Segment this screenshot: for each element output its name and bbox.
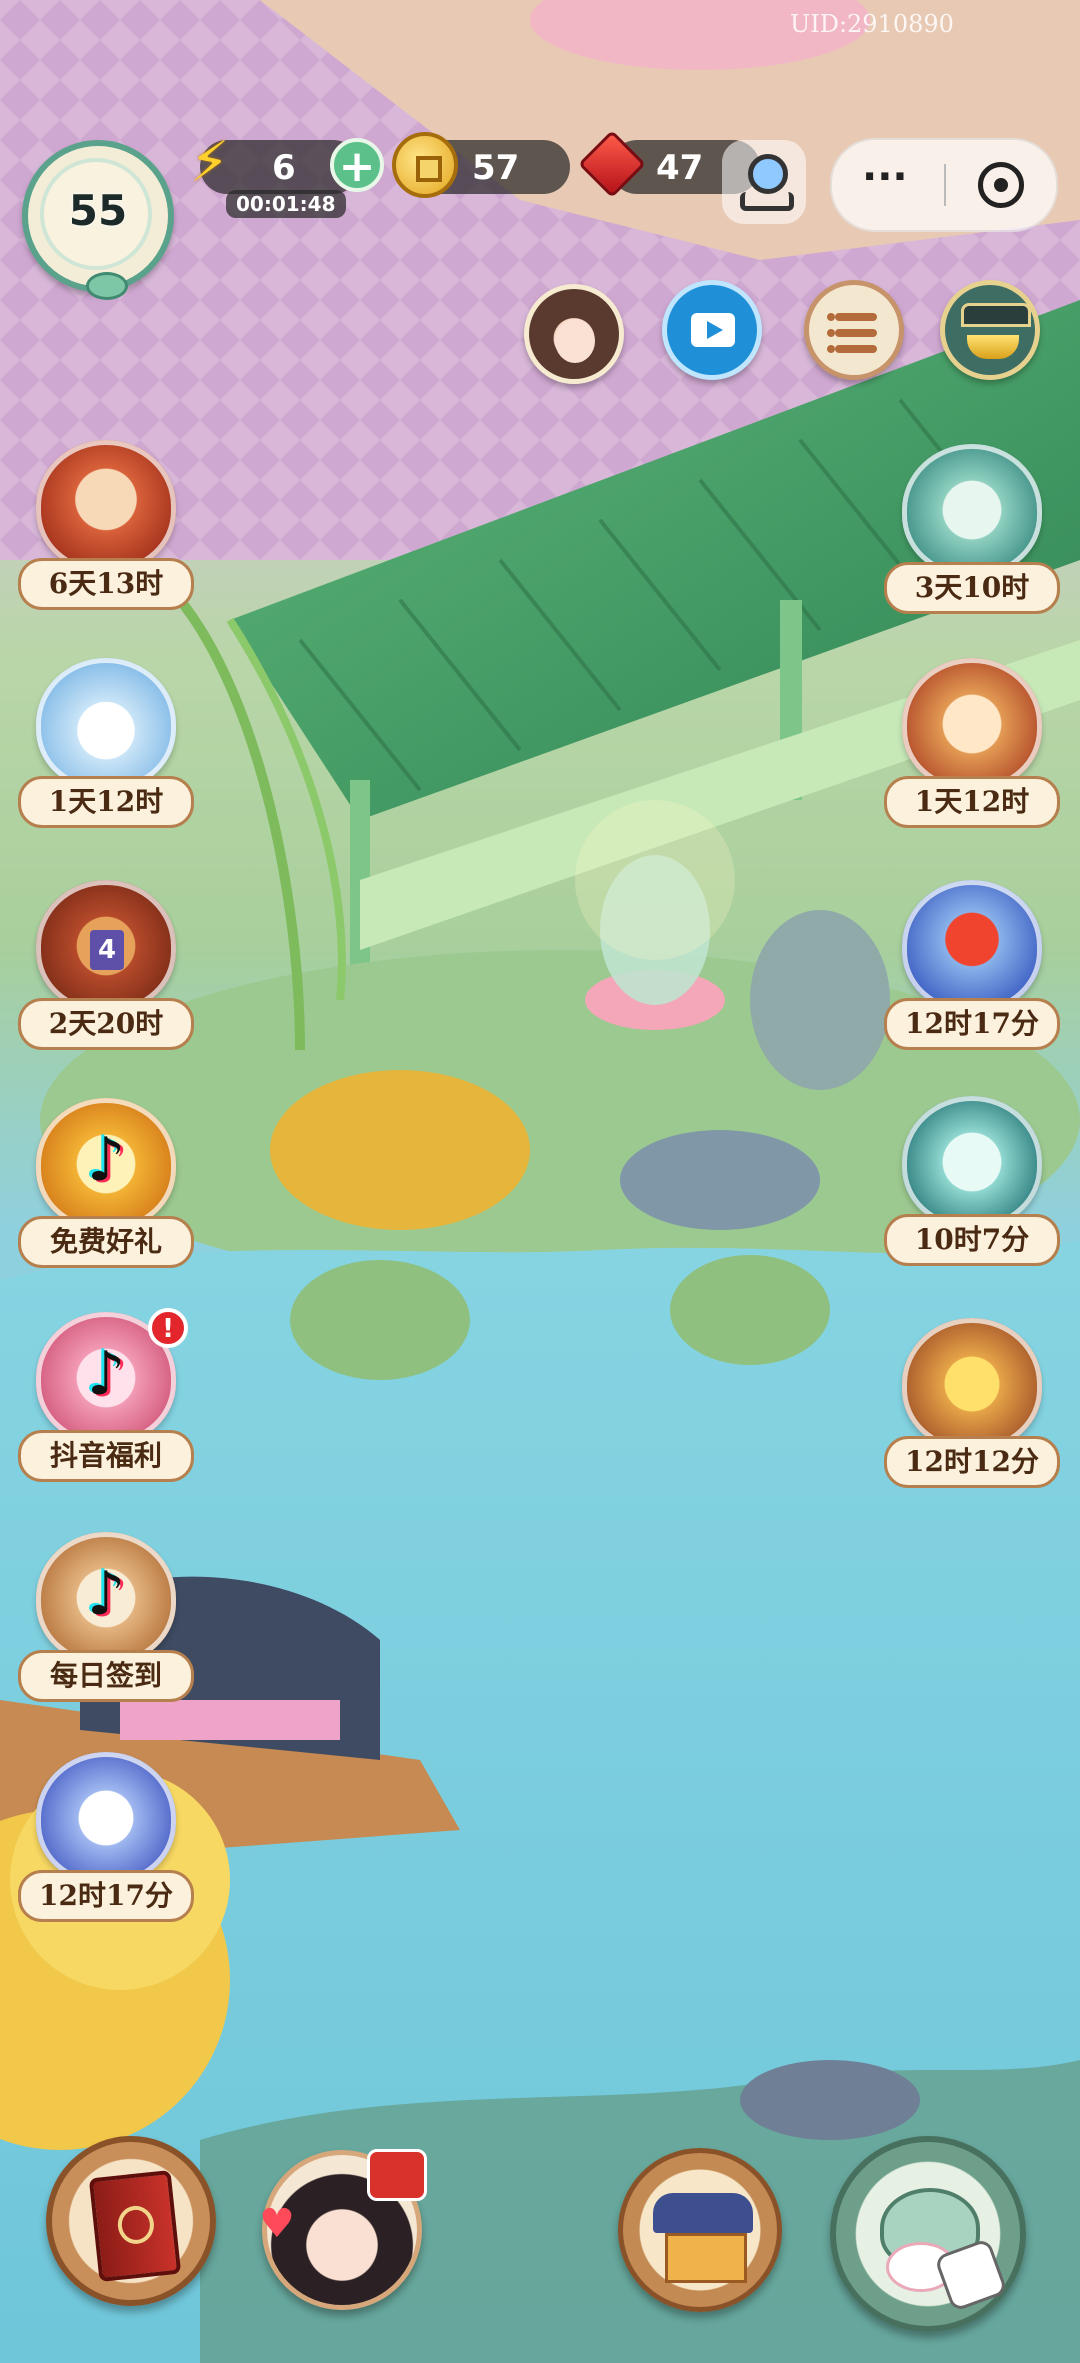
event-timer: 1天12时 [18,776,194,828]
douyin-note-icon: ♪ [86,1339,126,1409]
reed-grass [670,1255,830,1365]
coin-value: 57 [472,148,520,188]
list-icon [827,313,835,321]
game-scene[interactable]: UID:2910890 55 6 ⚡ 00:01:48 + 57 47 ··· [0,0,1080,2363]
teapot-button[interactable] [830,2136,1026,2332]
douyin-note-icon: ♪ [86,1125,126,1195]
reed-grass [290,1260,470,1380]
joystick-icon [748,154,788,194]
event-timer: 3天10时 [884,562,1060,614]
coin-cards-icon [902,1318,1042,1450]
player-level-badge[interactable]: 55 [22,140,174,300]
list-line [835,329,877,337]
joystick-base [740,192,794,211]
maple-letters-icon [36,440,176,572]
video-play-icon [691,313,735,347]
rock [750,910,890,1090]
list-line [835,313,877,321]
event-timer: 12时17分 [884,998,1060,1050]
event-timer: 12时12分 [884,1436,1060,1488]
list-bullet [827,329,835,337]
event-label: 免费好礼 [18,1216,194,1268]
event-gift-chest[interactable]: 4 2天20时 [18,880,194,1050]
house-wall [665,2233,747,2283]
event-snow-cats[interactable]: 1天12时 [18,658,194,828]
forsythia-bush [270,1070,530,1230]
statue-glow [575,800,735,960]
coin-icon [392,132,458,198]
add-energy-button[interactable]: + [330,138,384,192]
snow-cat-icon [36,658,176,790]
joystick-button[interactable] [722,140,806,224]
event-coin-cards[interactable]: 12时12分 [884,1318,1060,1488]
bath-cat-icon [902,444,1042,576]
journal-book-button[interactable] [46,2136,216,2306]
player-level: 55 [68,186,128,235]
event-timer: 12时17分 [18,1870,194,1922]
build-house-button[interactable] [618,2148,782,2312]
capsule-divider [944,164,946,206]
video-button[interactable] [662,280,762,380]
event-timer: 6天13时 [18,558,194,610]
shop-roof [961,303,1031,327]
event-label: 每日签到 [18,1650,194,1702]
task-list-button[interactable] [804,280,904,380]
uid-label: UID:2910890 [790,10,954,38]
red-fan-icon [902,880,1042,1012]
avatar-face [555,319,595,363]
character-avatar-button[interactable] [524,284,624,384]
gem-value: 47 [656,148,704,188]
gold-ingot-icon [967,335,1019,359]
event-label: 抖音福利 [18,1430,194,1482]
event-douyin-welfare[interactable]: ♪ ! 抖音福利 [18,1308,194,1482]
fan-cat-icon [902,658,1042,790]
kite-cat-icon [36,1752,176,1884]
character-button[interactable]: ♥ [259,2149,427,2310]
energy-value: 6 [272,148,296,188]
rock [740,2060,920,2140]
douyin-note-icon: ♪ [86,1559,126,1629]
event-autumn-letters[interactable]: 6天13时 [18,440,194,610]
event-red-fan[interactable]: 12时17分 [884,880,1060,1050]
heart-icon: ♥ [259,2201,295,2247]
house-roof-icon [653,2193,753,2233]
event-daily-signin[interactable]: ♪ 每日签到 [18,1532,194,1702]
shop-button[interactable] [940,280,1040,380]
gift-box-cat-icon [902,1096,1042,1228]
lightning-bolt-icon: ⚡ [190,130,230,195]
red-envelope-icon [367,2149,427,2201]
event-gift-box-cat[interactable]: 10时7分 [884,1096,1060,1266]
event-kite[interactable]: 12时17分 [18,1752,194,1922]
close-target-icon[interactable] [978,162,1024,208]
miniprogram-capsule: ··· [830,138,1058,232]
list-line [835,345,877,353]
leaf-icon [86,272,128,300]
event-timer: 10时7分 [884,1214,1060,1266]
event-timer: 1天12时 [884,776,1060,828]
more-dots-icon[interactable]: ··· [862,154,908,200]
energy-refill-timer: 00:01:48 [226,190,346,218]
event-free-gift[interactable]: ♪ 免费好礼 [18,1098,194,1268]
red-book-icon [88,2169,182,2283]
event-timer: 2天20时 [18,998,194,1050]
event-bath-cat[interactable]: 3天10时 [884,444,1060,614]
rock [620,1130,820,1230]
chest-count-tag: 4 [90,930,124,970]
event-fan-cat[interactable]: 1天12时 [884,658,1060,828]
list-bullet [827,345,835,353]
notification-badge: ! [148,1308,188,1348]
